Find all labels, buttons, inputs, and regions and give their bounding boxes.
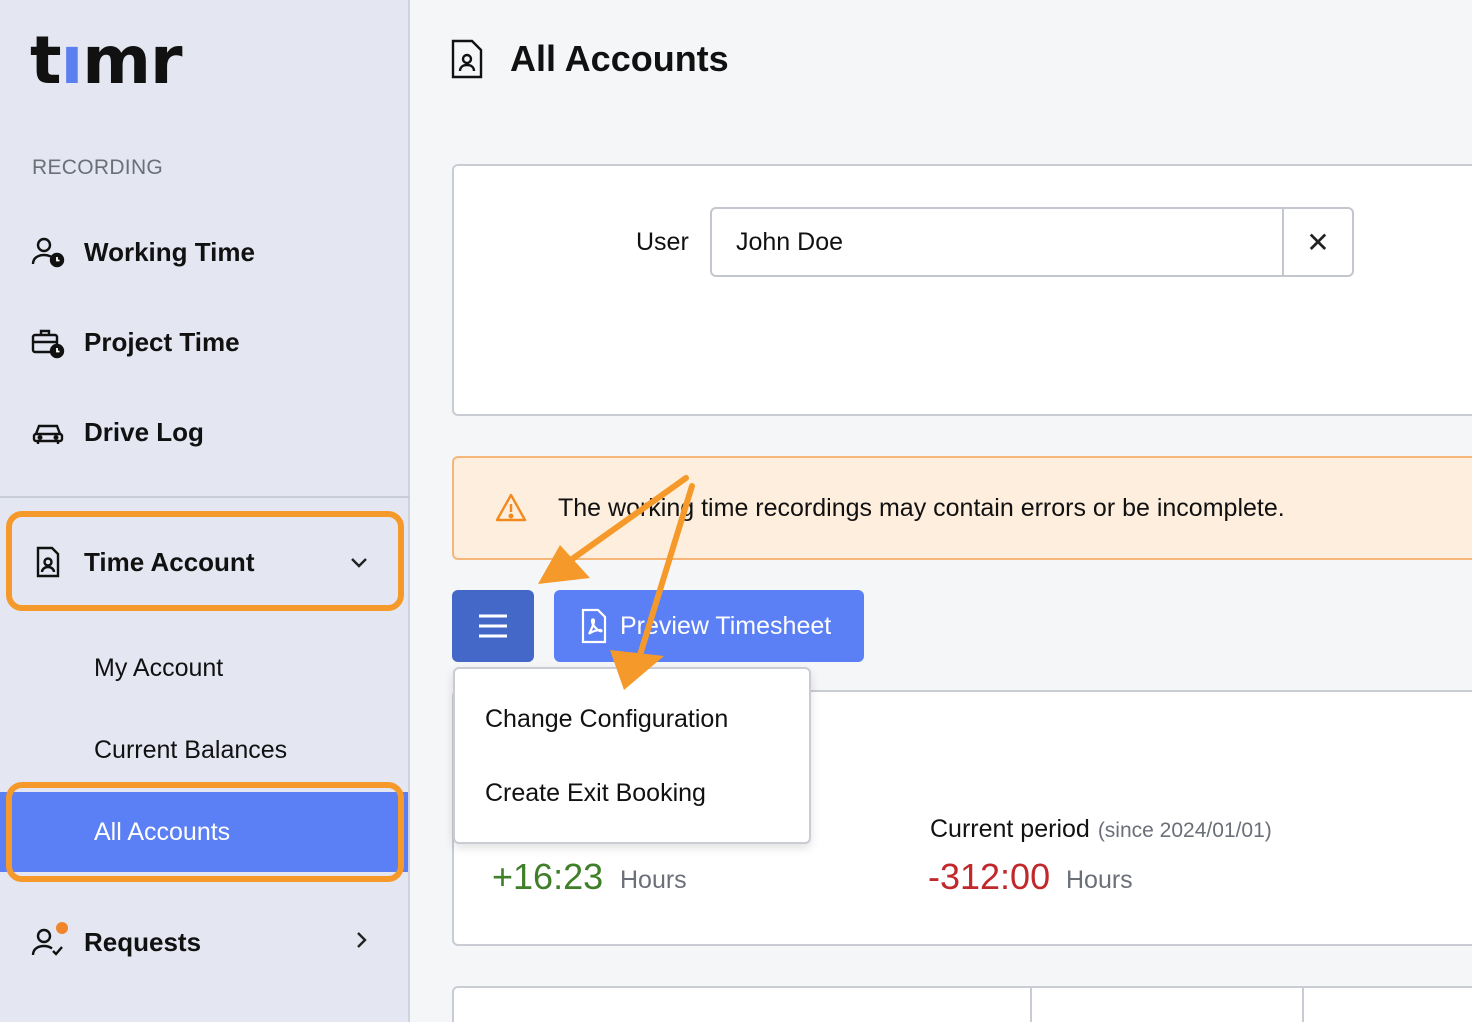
- sidebar: tımr RECORDING Working Time Project Time…: [0, 0, 410, 1022]
- sidebar-item-label: Drive Log: [84, 416, 204, 447]
- car-icon: [30, 414, 66, 450]
- table-card: [452, 986, 1472, 1022]
- preview-timesheet-button[interactable]: Preview Timesheet: [554, 590, 864, 662]
- user-clock-icon: [30, 234, 66, 270]
- sidebar-subitem-current-balances[interactable]: Current Balances: [0, 718, 408, 782]
- total-balance-value: +16:23: [492, 856, 604, 897]
- sidebar-subitem-my-account[interactable]: My Account: [0, 636, 408, 700]
- sidebar-item-drive-log[interactable]: Drive Log: [0, 402, 408, 462]
- preview-timesheet-label: Preview Timesheet: [620, 611, 832, 640]
- document-user-icon: [451, 39, 483, 79]
- sidebar-item-label: Time Account: [84, 546, 255, 577]
- user-select-value[interactable]: John Doe: [712, 228, 1282, 257]
- filter-card: [452, 164, 1472, 416]
- sidebar-subitem-all-accounts[interactable]: All Accounts: [0, 792, 408, 872]
- current-period-unit: Hours: [1066, 866, 1133, 894]
- menu-item-create-exit-booking[interactable]: Create Exit Booking: [455, 763, 809, 823]
- table-column-divider: [1302, 988, 1304, 1022]
- sidebar-item-label: Working Time: [84, 236, 255, 267]
- sidebar-item-time-account[interactable]: Time Account: [0, 532, 408, 592]
- logo-text-accent: ı: [60, 22, 84, 99]
- current-period-title: Current period: [930, 815, 1090, 843]
- page-title: All Accounts: [510, 38, 729, 79]
- sidebar-item-label: Requests: [84, 926, 202, 957]
- sidebar-item-working-time[interactable]: Working Time: [0, 222, 408, 282]
- pdf-file-icon: [581, 608, 607, 644]
- sidebar-item-requests[interactable]: Requests: [0, 912, 408, 972]
- hamburger-icon: [479, 614, 507, 638]
- chevron-right-icon[interactable]: [356, 929, 368, 955]
- notification-dot: [56, 922, 68, 934]
- sidebar-item-project-time[interactable]: Project Time: [0, 312, 408, 372]
- menu-item-change-configuration[interactable]: Change Configuration: [455, 689, 809, 749]
- document-user-icon: [30, 544, 66, 580]
- chevron-down-icon[interactable]: [350, 549, 368, 575]
- warning-banner: The working time recordings may contain …: [452, 456, 1472, 560]
- logo-text-end: mr: [82, 22, 182, 99]
- page-header: All Accounts: [450, 38, 729, 80]
- briefcase-clock-icon: [30, 324, 66, 360]
- close-icon[interactable]: ✕: [1282, 209, 1352, 275]
- current-period-value: -312:00: [928, 856, 1051, 897]
- actions-dropdown-menu: Change Configuration Create Exit Booking: [453, 667, 811, 844]
- section-label-recording: RECORDING: [32, 156, 164, 179]
- warning-text: The working time recordings may contain …: [558, 493, 1285, 522]
- current-period-label: Current period (since 2024/01/01): [930, 815, 1272, 844]
- user-check-icon: [30, 922, 68, 960]
- total-balance-unit: Hours: [620, 866, 687, 894]
- user-select[interactable]: John Doe ✕: [710, 207, 1354, 277]
- timr-logo[interactable]: tımr: [30, 28, 183, 94]
- actions-menu-button[interactable]: [452, 590, 534, 662]
- table-column-divider: [1030, 988, 1032, 1022]
- user-label: User: [636, 228, 689, 256]
- warning-triangle-icon: [495, 493, 527, 522]
- logo-text-start: t: [30, 22, 62, 99]
- sidebar-divider: [0, 496, 410, 498]
- current-period-since: (since 2024/01/01): [1097, 819, 1272, 842]
- sidebar-item-label: Project Time: [84, 326, 240, 357]
